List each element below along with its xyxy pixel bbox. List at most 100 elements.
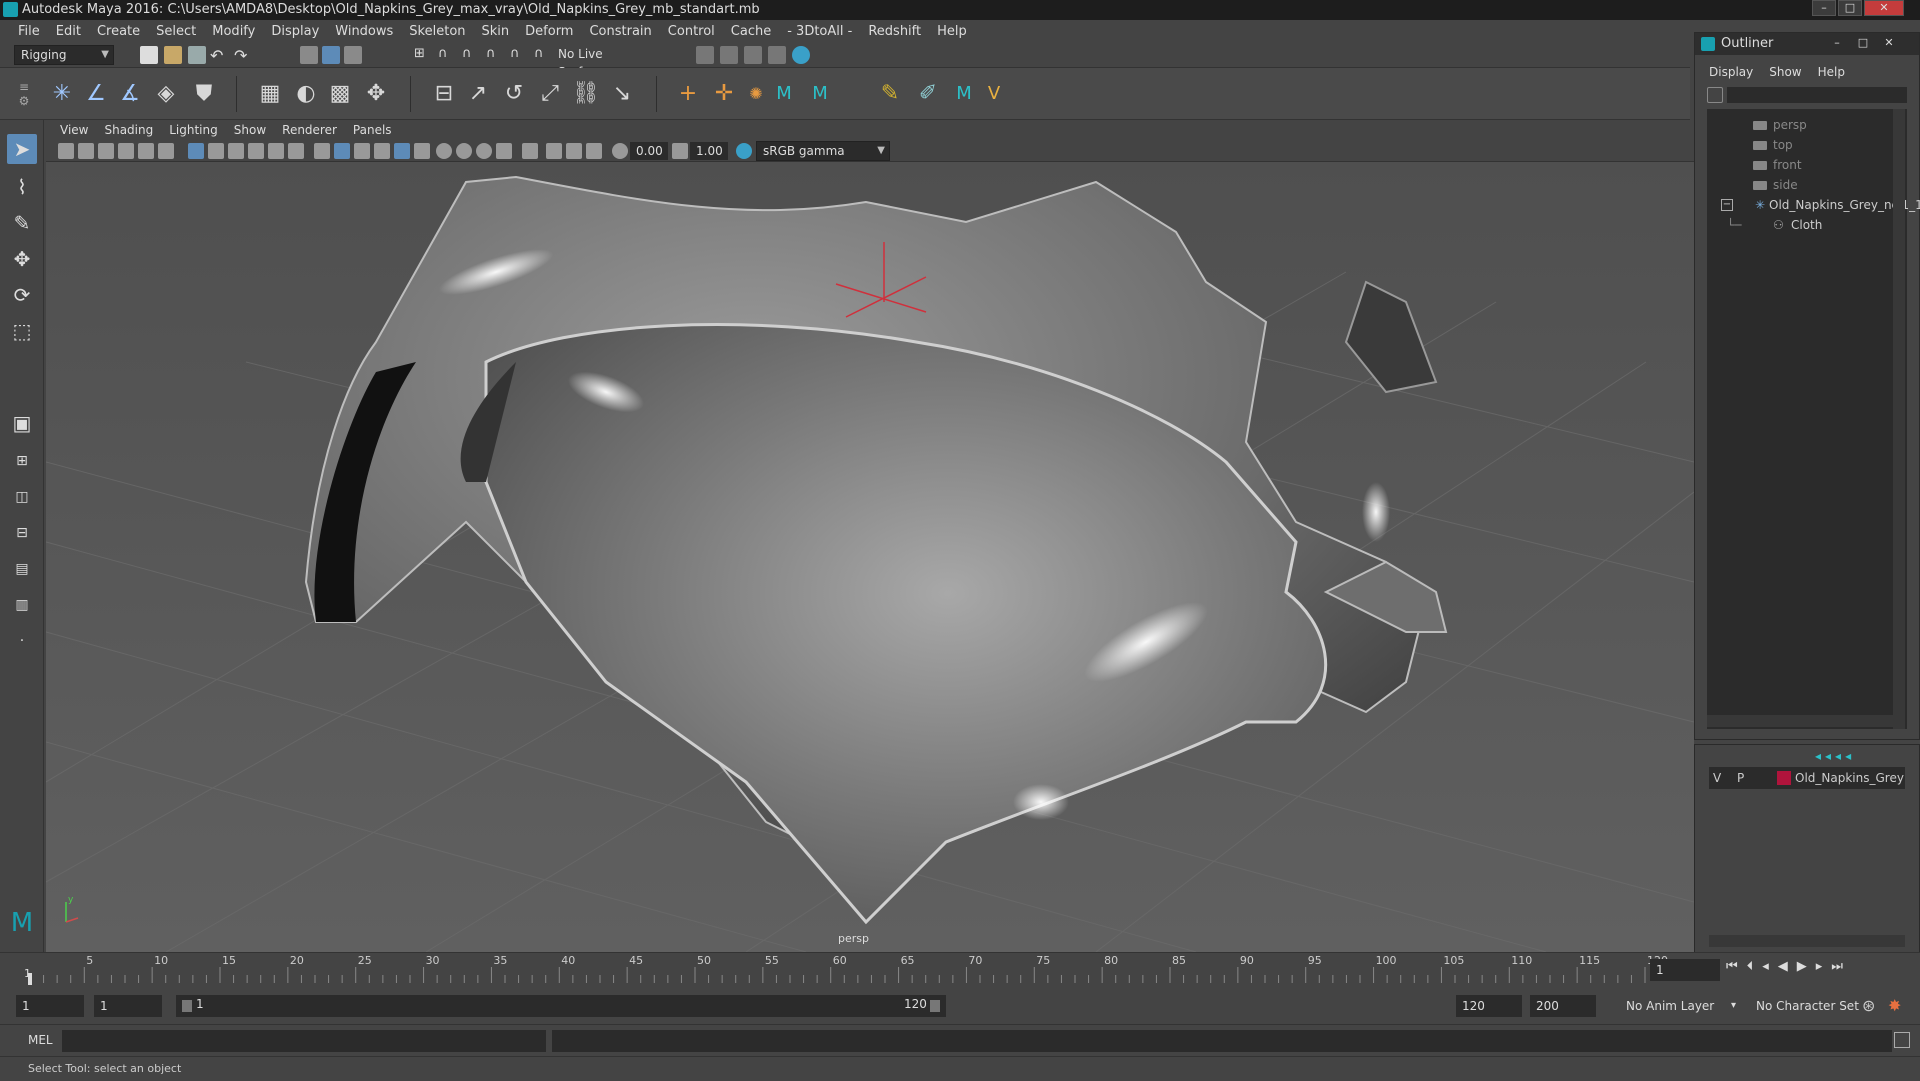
scene-end-field[interactable]: 200	[1530, 995, 1596, 1017]
layout-hypershade-icon[interactable]: ▥	[7, 590, 37, 620]
viewport-persp[interactable]: y persp	[46, 162, 1694, 952]
xray-icon[interactable]	[546, 143, 562, 159]
gate-mask-icon[interactable]	[248, 143, 264, 159]
snap-live-icon[interactable]: ∩	[534, 46, 552, 64]
orient-joint-icon[interactable]: ◈	[152, 80, 180, 108]
image-plane-icon[interactable]	[118, 143, 134, 159]
orient-constraint-icon[interactable]: ↺	[500, 80, 528, 108]
redo-icon[interactable]: ↷	[234, 46, 252, 65]
camera-lock-icon[interactable]	[78, 143, 94, 159]
panel-menu-lighting[interactable]: Lighting	[161, 123, 226, 137]
single-view-icon[interactable]: ▣	[7, 408, 37, 438]
outliner-item-group[interactable]: − ✳ Old_Napkins_Grey_ncl1_1	[1707, 195, 1920, 215]
play-forward-icon[interactable]: ▶	[1797, 959, 1816, 974]
lights-icon[interactable]	[394, 143, 410, 159]
wireframe-icon[interactable]	[314, 143, 330, 159]
move-tool-icon[interactable]: ✥	[7, 244, 37, 274]
layer-visibility-toggle[interactable]: V	[1713, 767, 1721, 789]
menu-deform[interactable]: Deform	[517, 24, 581, 39]
close-icon[interactable]: ✕	[1877, 36, 1901, 51]
field-chart-icon[interactable]	[268, 143, 284, 159]
auto-key-icon[interactable]: ⊛	[1862, 996, 1880, 1015]
color-management-icon[interactable]	[736, 143, 752, 159]
maximize-icon[interactable]: □	[1838, 0, 1862, 16]
open-scene-icon[interactable]	[164, 46, 182, 64]
outliner-item-side[interactable]: side	[1707, 175, 1907, 195]
xray-joints-icon[interactable]	[566, 143, 582, 159]
outliner-item-front[interactable]: front	[1707, 155, 1907, 175]
layout-four-view-icon[interactable]: ⊞	[7, 446, 37, 476]
layer-hscrollbar[interactable]	[1709, 935, 1905, 947]
motion-blur-icon[interactable]	[456, 143, 472, 159]
outliner-hscrollbar[interactable]	[1707, 715, 1893, 727]
close-icon[interactable]: ✕	[1864, 0, 1904, 16]
go-to-end-icon[interactable]: ⏭	[1831, 959, 1852, 974]
gamma-icon[interactable]	[672, 143, 688, 159]
menu-file[interactable]: File	[10, 24, 48, 39]
anim-prefs-icon[interactable]: ✸	[1888, 996, 1906, 1015]
maximize-icon[interactable]: □	[1851, 36, 1875, 51]
select-component-icon[interactable]	[344, 46, 362, 64]
hypershade-icon[interactable]	[792, 46, 810, 64]
isolate-select-icon[interactable]	[522, 143, 538, 159]
current-frame-field[interactable]: 1	[1650, 959, 1720, 981]
anim-layer-dropdown[interactable]: No Anim Layer ▾	[1620, 995, 1740, 1017]
default-material-icon[interactable]	[354, 143, 370, 159]
panel-menu-shading[interactable]: Shading	[96, 123, 161, 137]
film-gate-icon[interactable]	[208, 143, 224, 159]
outliner-menu-show[interactable]: Show	[1761, 65, 1809, 79]
minimize-icon[interactable]: –	[1825, 36, 1849, 51]
depth-of-field-icon[interactable]	[496, 143, 512, 159]
ik-spline-icon[interactable]: ∡	[116, 80, 144, 108]
gamma-field[interactable]: 1.00	[690, 142, 728, 160]
menu-create[interactable]: Create	[89, 24, 148, 39]
cluster-icon[interactable]: ◐	[292, 80, 320, 108]
smooth-shade-icon[interactable]	[334, 143, 350, 159]
playback-start-field[interactable]: 1	[94, 995, 162, 1017]
ipr-render-icon[interactable]	[744, 46, 762, 64]
grid-icon[interactable]	[188, 143, 204, 159]
humanik-icon[interactable]: ⛊	[190, 80, 218, 108]
menu-modify[interactable]: Modify	[204, 24, 263, 39]
2d-pan-icon[interactable]	[138, 143, 154, 159]
scale-constraint-icon[interactable]: ⤢	[536, 80, 564, 108]
layout-side-by-side-icon[interactable]: ◫	[7, 482, 37, 512]
menu-edit[interactable]: Edit	[48, 24, 89, 39]
range-start-handle[interactable]	[182, 1000, 192, 1012]
key-back-icon[interactable]: ◂	[1762, 959, 1778, 974]
command-input[interactable]	[62, 1030, 546, 1052]
textured-icon[interactable]	[374, 143, 390, 159]
locator-icon[interactable]: +	[674, 80, 702, 108]
snap-surface-icon[interactable]: ∩	[510, 46, 528, 64]
outliner-search-input[interactable]	[1727, 87, 1907, 103]
menu-skeleton[interactable]: Skeleton	[401, 24, 473, 39]
lattice-icon[interactable]: ▩	[326, 80, 354, 108]
shadows-icon[interactable]	[414, 143, 430, 159]
layer-playback-toggle[interactable]: P	[1737, 767, 1744, 789]
minimize-icon[interactable]: –	[1812, 0, 1836, 16]
select-object-icon[interactable]	[322, 46, 340, 64]
layer-color-swatch[interactable]	[1777, 771, 1791, 785]
snap-curve-icon[interactable]: ∩	[438, 46, 456, 64]
step-back-icon[interactable]: ⏴	[1747, 959, 1763, 974]
collapse-icon[interactable]: −	[1721, 199, 1733, 211]
resolution-gate-icon[interactable]	[228, 143, 244, 159]
key-forward-icon[interactable]: ▸	[1816, 959, 1832, 974]
ambient-occlusion-icon[interactable]	[436, 143, 452, 159]
safe-action-icon[interactable]	[288, 143, 304, 159]
new-scene-icon[interactable]	[140, 46, 158, 64]
grease-pencil-icon[interactable]	[158, 143, 174, 159]
exposure-field[interactable]: 0.00	[630, 142, 668, 160]
menu-3dtoall[interactable]: - 3DtoAll -	[779, 24, 860, 39]
wrap-icon[interactable]: ✥	[362, 80, 390, 108]
menu-control[interactable]: Control	[660, 24, 723, 39]
outliner-item-cloth[interactable]: └─ ⚇ Cloth	[1707, 215, 1907, 235]
layer-tools-icon[interactable]: ◂◂◂◂	[1815, 749, 1905, 763]
scale-tool-icon[interactable]: ⬚	[7, 316, 37, 346]
snap-grid-icon[interactable]: ⊞	[414, 46, 432, 64]
menu-display[interactable]: Display	[263, 24, 327, 39]
rotate-tool-icon[interactable]: ⟳	[7, 280, 37, 310]
play-back-icon[interactable]: ◀	[1778, 959, 1797, 974]
lasso-tool-icon[interactable]: ⌇	[7, 172, 37, 202]
menu-cache[interactable]: Cache	[723, 24, 779, 39]
